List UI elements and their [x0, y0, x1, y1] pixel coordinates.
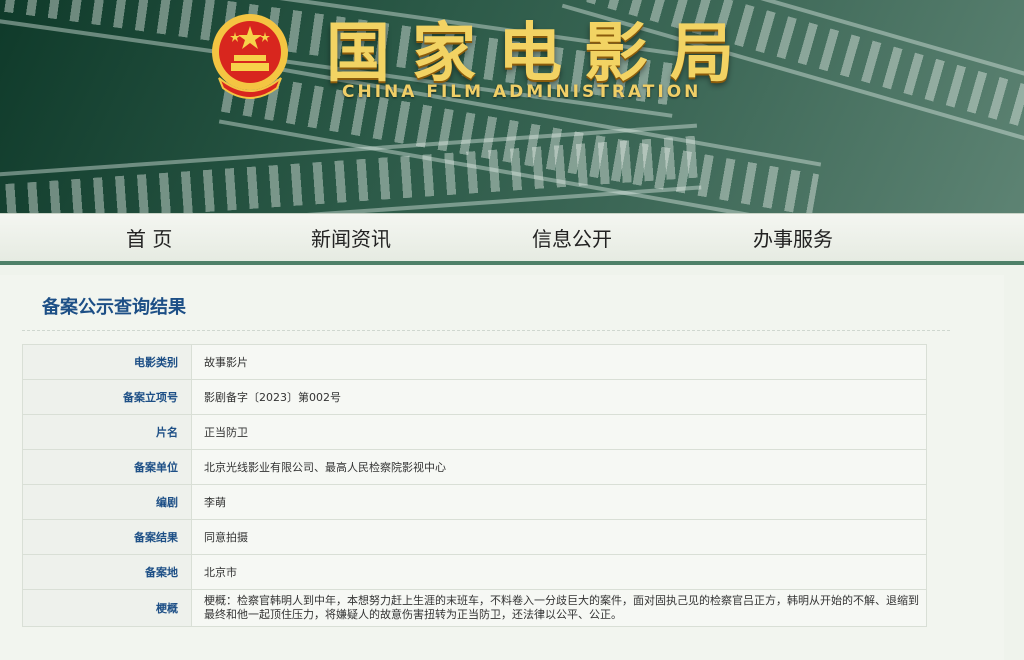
content-area: 备案公示查询结果 电影类别 故事影片 备案立项号 影剧备字〔2023〕第002号… — [0, 265, 1024, 660]
table-row: 备案立项号 影剧备字〔2023〕第002号 — [22, 379, 927, 415]
table-row: 备案地 北京市 — [22, 554, 927, 590]
row-value: 北京光线影业有限公司、最高人民检察院影视中心 — [191, 449, 927, 485]
table-row: 备案单位 北京光线影业有限公司、最高人民检察院影视中心 — [22, 449, 927, 485]
row-value: 同意拍摄 — [191, 519, 927, 555]
row-label: 备案立项号 — [22, 379, 192, 415]
national-emblem-icon — [212, 14, 288, 99]
table-row: 编剧 李萌 — [22, 484, 927, 520]
table-row: 电影类别 故事影片 — [22, 344, 927, 380]
row-value: 北京市 — [191, 554, 927, 590]
row-label: 片名 — [22, 414, 192, 450]
table-row-summary: 梗概 梗概：检察官韩明人到中年，本想努力赶上生涯的末班车，不料卷入一分歧巨大的案… — [22, 589, 927, 627]
nav-item-services[interactable]: 办事服务 — [753, 223, 833, 252]
row-label: 备案单位 — [22, 449, 192, 485]
site-title: 国家电影局 — [326, 16, 756, 91]
row-label: 梗概 — [22, 589, 192, 627]
nav-item-news[interactable]: 新闻资讯 — [311, 223, 391, 252]
main-nav: 首 页 新闻资讯 信息公开 办事服务 — [0, 213, 1024, 265]
nav-item-home[interactable]: 首 页 — [126, 223, 172, 252]
row-value: 故事影片 — [191, 344, 927, 380]
site-header: 国家电影局 CHINA FILM ADMINISTRATION — [0, 0, 1024, 213]
table-row: 备案结果 同意拍摄 — [22, 519, 927, 555]
row-label: 编剧 — [22, 484, 192, 520]
nav-item-info-disclosure[interactable]: 信息公开 — [532, 223, 612, 252]
title-divider — [22, 330, 950, 331]
row-label: 备案地 — [22, 554, 192, 590]
table-row: 片名 正当防卫 — [22, 414, 927, 450]
site-subtitle: CHINA FILM ADMINISTRATION — [342, 82, 702, 102]
row-label: 电影类别 — [22, 344, 192, 380]
row-value: 影剧备字〔2023〕第002号 — [191, 379, 927, 415]
row-value: 正当防卫 — [191, 414, 927, 450]
row-label: 备案结果 — [22, 519, 192, 555]
record-table: 电影类别 故事影片 备案立项号 影剧备字〔2023〕第002号 片名 正当防卫 … — [22, 344, 927, 627]
row-value: 李萌 — [191, 484, 927, 520]
result-panel: 备案公示查询结果 电影类别 故事影片 备案立项号 影剧备字〔2023〕第002号… — [0, 275, 1004, 660]
result-title: 备案公示查询结果 — [42, 297, 186, 318]
summary-text: 梗概：检察官韩明人到中年，本想努力赶上生涯的末班车，不料卷入一分歧巨大的案件，面… — [191, 589, 927, 627]
